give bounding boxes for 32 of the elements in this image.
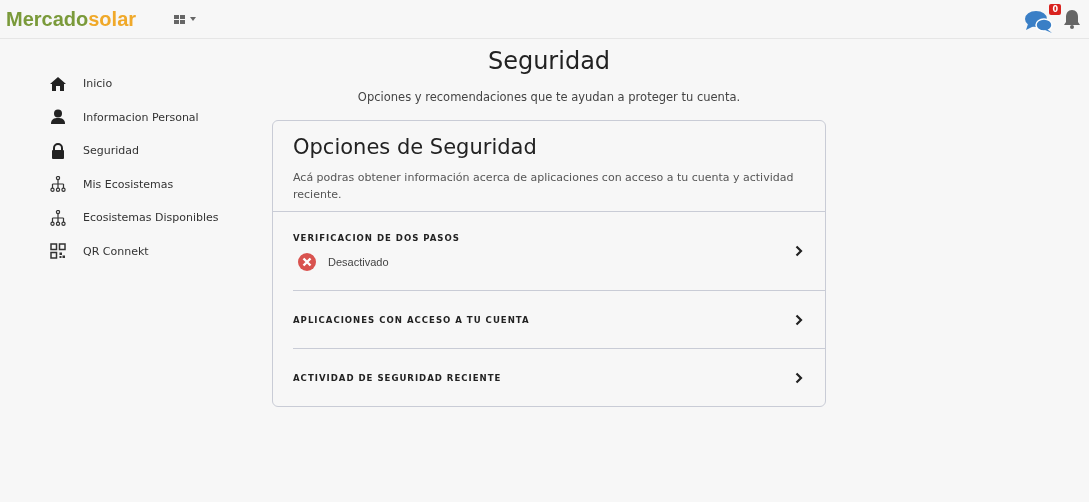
security-option-row[interactable]: APLICACIONES CON ACCESO A TU CUENTA [293, 291, 825, 349]
qr-code-icon [50, 243, 66, 260]
chevron-right-icon [795, 245, 803, 257]
grid-icon [174, 14, 186, 24]
home-icon [50, 75, 66, 92]
sidebar-item[interactable]: QR Connekt [0, 234, 272, 268]
page-title: Seguridad [487, 47, 611, 75]
card-description: Acá podras obtener información acerca de aplicaciones con acceso a tu cuenta y actividad reciente. [293, 170, 795, 203]
apps-menu-button[interactable] [174, 14, 197, 24]
security-option-row[interactable]: VERIFICACION DE DOS PASOS Desactivado [293, 212, 825, 291]
sidebar-item[interactable]: Informacion Personal [0, 100, 272, 134]
chat-button[interactable]: 0 [1025, 4, 1061, 34]
status-text: Desactivado [328, 255, 389, 268]
notifications-bell-icon[interactable] [1063, 9, 1081, 29]
notification-count: 0 [1049, 4, 1061, 15]
chevron-right-icon [795, 371, 803, 384]
lock-icon [50, 142, 66, 159]
hierarchy-icon [50, 176, 66, 193]
chevron-right-icon [795, 313, 803, 326]
page-subtitle: Opciones y recomendaciones que te ayudan a proteger tu cuenta. [357, 90, 741, 104]
sidebar-item[interactable]: Seguridad [0, 134, 272, 168]
security-option-row[interactable]: ACTIVIDAD DE SEGURIDAD RECIENTE [293, 349, 825, 406]
sidebar-item[interactable]: Inicio [0, 67, 272, 101]
hierarchy-icon [50, 209, 66, 226]
card-title: Opciones de Seguridad [293, 135, 538, 159]
option-title: VERIFICACION DE DOS PASOS [293, 231, 460, 243]
sidebar-item[interactable]: Mis Ecosistemas [0, 167, 272, 201]
option-title: APLICACIONES CON ACCESO A TU CUENTA [293, 314, 530, 325]
caret-icon [190, 17, 197, 21]
user-icon [50, 109, 66, 126]
option-title: ACTIVIDAD DE SEGURIDAD RECIENTE [293, 372, 502, 383]
sidebar-item[interactable]: Ecosistemas Disponibles [0, 201, 272, 235]
